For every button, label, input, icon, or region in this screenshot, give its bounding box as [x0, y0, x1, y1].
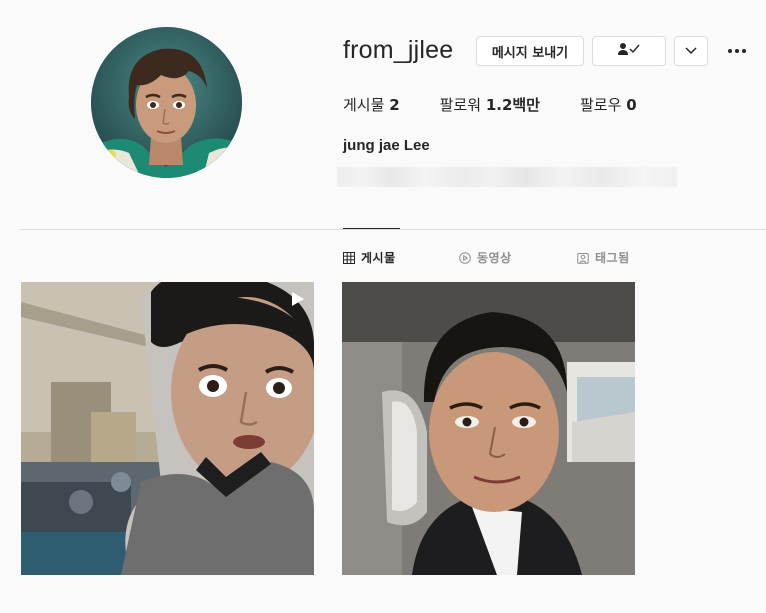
tab-tagged[interactable]: 태그됨 [577, 249, 630, 266]
profile-stats: 게시물 2 팔로워 1.2백만 팔로우 0 [343, 94, 677, 115]
stat-followers[interactable]: 팔로워 1.2백만 [440, 94, 540, 115]
grid-icon [343, 251, 355, 264]
followers-count: 1.2백만 [485, 96, 540, 114]
chevron-down-icon [685, 44, 697, 59]
following-count: 0 [626, 96, 637, 114]
tag-icon [577, 252, 589, 264]
stat-following[interactable]: 팔로우 0 [580, 94, 637, 115]
person-check-icon [618, 42, 640, 60]
profile-username: from_jjlee [343, 36, 454, 64]
more-options-icon[interactable] [724, 40, 750, 62]
active-tab-indicator [343, 228, 400, 229]
suggestions-dropdown-button[interactable] [674, 36, 708, 66]
redacted-bio [337, 167, 677, 187]
post-thumbnail-reel[interactable] [21, 282, 314, 575]
tab-tagged-label: 태그됨 [595, 251, 630, 265]
profile-avatar[interactable] [91, 27, 242, 178]
followers-label: 팔로워 [439, 96, 482, 114]
stat-posts: 게시물 2 [343, 94, 400, 115]
tab-videos[interactable]: 동영상 [459, 249, 512, 266]
following-button[interactable] [592, 36, 666, 66]
tabs-divider [20, 229, 766, 230]
tab-posts-label: 게시물 [361, 251, 396, 265]
post-thumbnail-photo[interactable] [342, 282, 635, 575]
following-label: 팔로우 [580, 96, 622, 114]
tab-posts[interactable]: 게시물 [343, 249, 396, 266]
play-circle-icon [459, 251, 471, 264]
posts-count: 2 [389, 96, 400, 114]
posts-label: 게시물 [343, 96, 385, 114]
tab-videos-label: 동영상 [477, 251, 512, 265]
profile-full-name: jung jae Lee [343, 137, 430, 154]
reel-icon [288, 290, 306, 312]
message-button[interactable]: 메시지 보내기 [476, 36, 584, 66]
profile-page: from_jjlee 메시지 보내기 게시물 2 팔로워 1.2백만 팔로우 0… [0, 0, 766, 613]
